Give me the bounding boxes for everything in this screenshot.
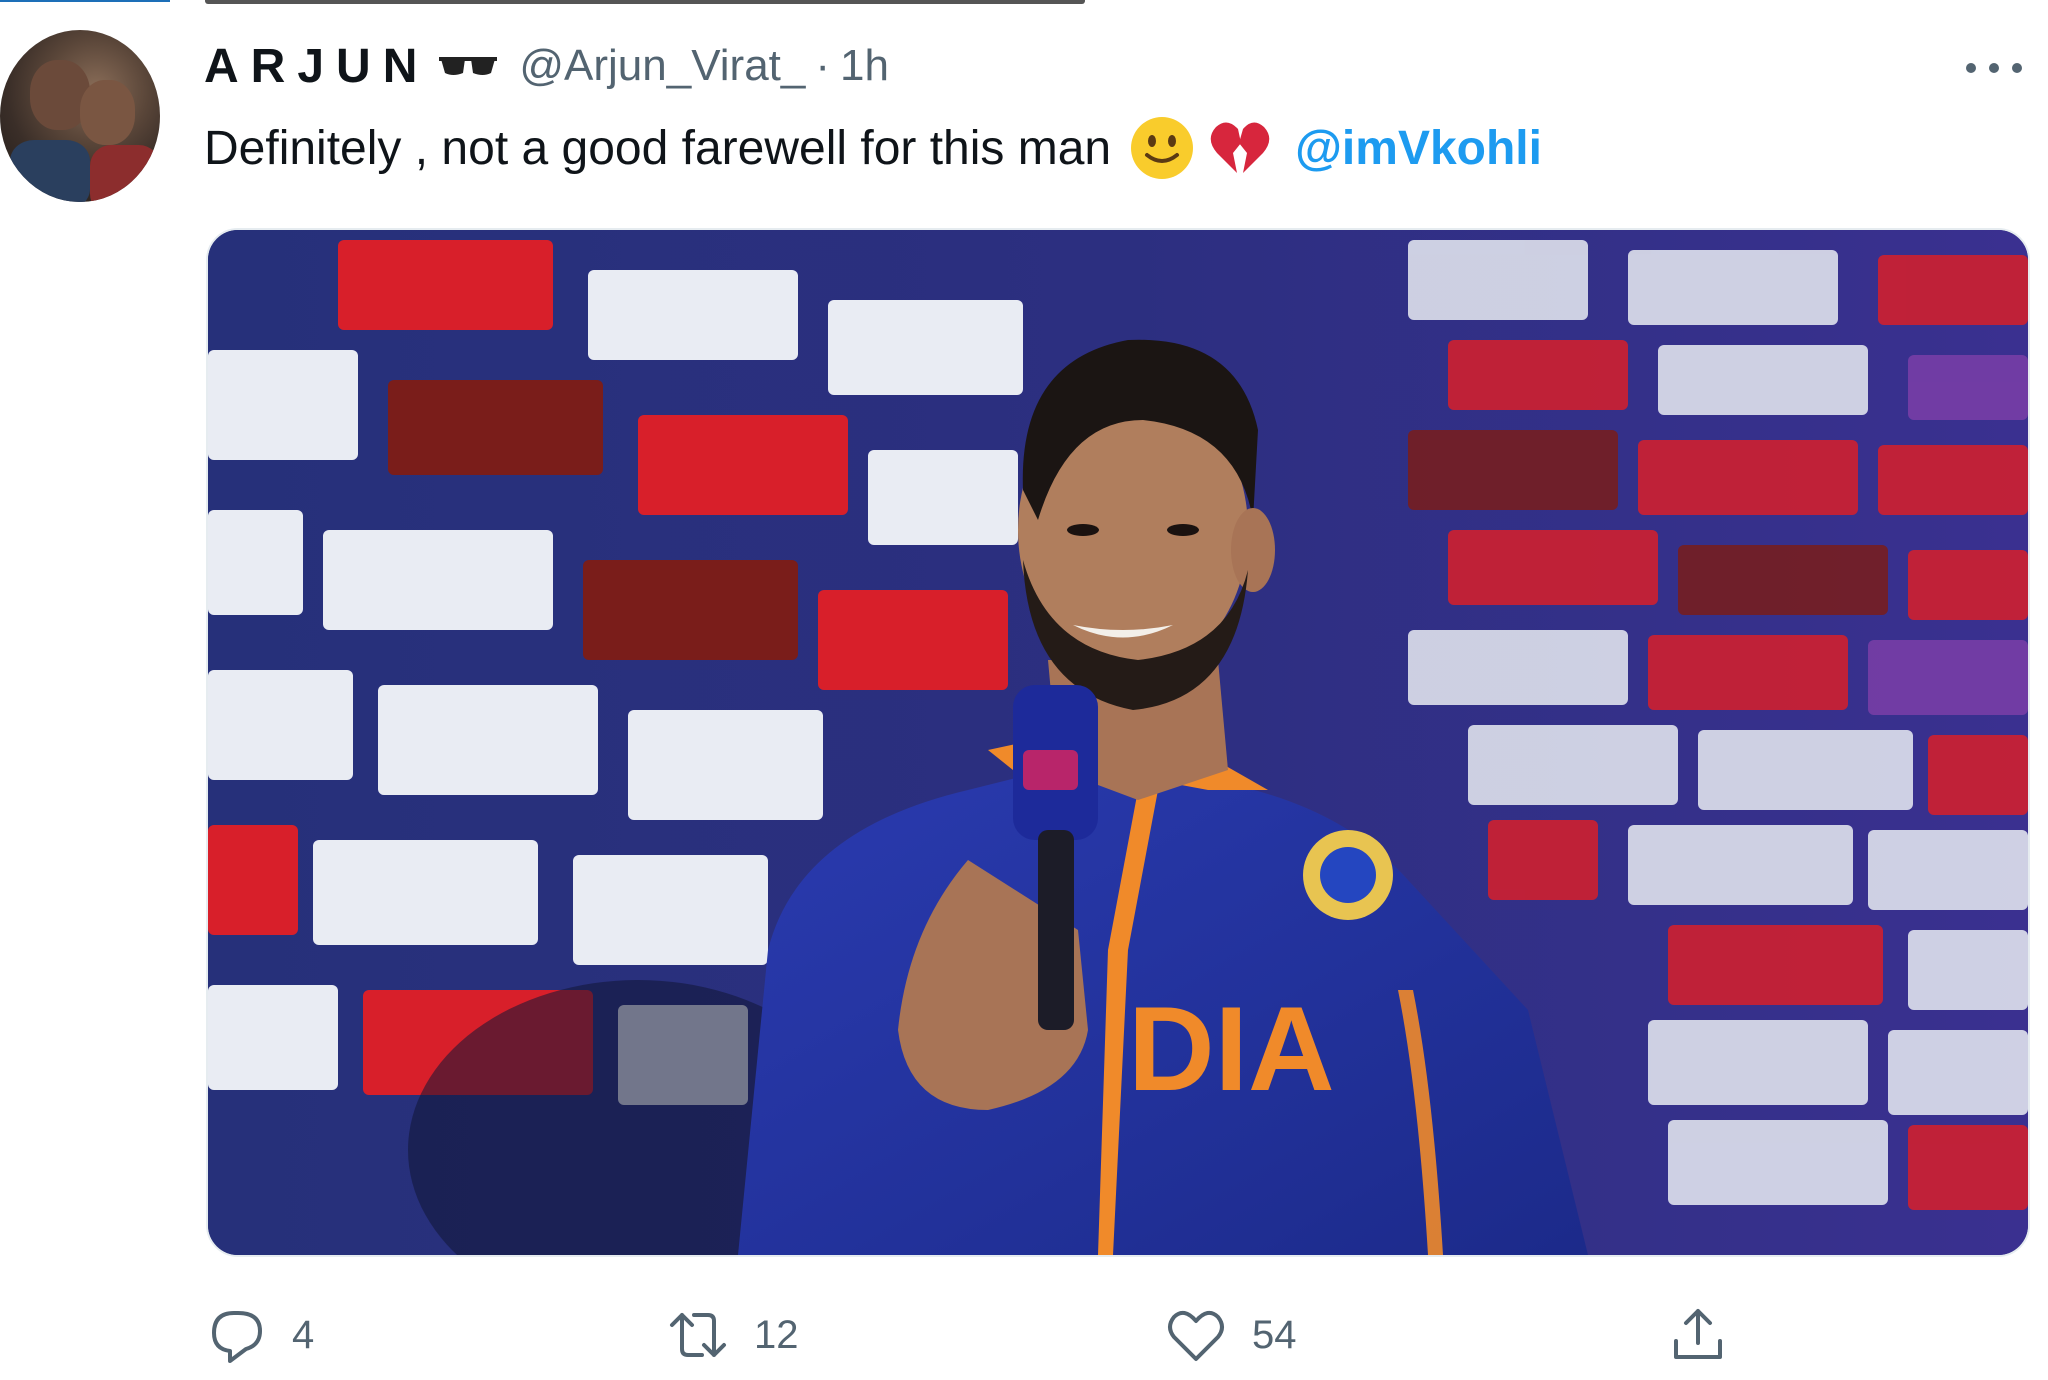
dot — [1989, 63, 1999, 73]
tweet-time[interactable]: 1h — [840, 41, 889, 91]
like-count: 54 — [1252, 1312, 1297, 1357]
sunglasses-emoji-icon — [439, 57, 498, 75]
share-button[interactable] — [1668, 1300, 1728, 1370]
more-options-icon[interactable] — [1966, 48, 2022, 88]
avatar-shirt-1 — [10, 140, 90, 202]
retweet-count: 12 — [754, 1312, 799, 1357]
dot — [2012, 63, 2022, 73]
reply-button[interactable]: 4 — [206, 1300, 314, 1370]
heart-icon — [1168, 1310, 1224, 1361]
slightly-smiling-face-emoji-icon — [1131, 117, 1194, 179]
author-handle[interactable]: @Arjun_Virat_ — [519, 41, 805, 91]
tweet-photo[interactable]: DIA — [206, 228, 2030, 1257]
tweet-body: Definitely , not a good farewell for thi… — [204, 121, 1112, 175]
tweet-header: ARJUN @Arjun_Virat_ · 1h — [204, 36, 889, 96]
share-icon — [1674, 1309, 1722, 1359]
author-name[interactable]: ARJUN — [204, 39, 429, 94]
retweet-button[interactable]: 12 — [668, 1300, 799, 1370]
avatar[interactable] — [0, 30, 160, 202]
photo-illustration: DIA — [208, 230, 2028, 1255]
tweet-text: Definitely , not a good farewell for thi… — [204, 108, 1542, 188]
svg-text:DIA: DIA — [1128, 982, 1335, 1116]
like-button[interactable]: 54 — [1166, 1300, 1297, 1370]
dot — [1966, 63, 1976, 73]
avatar-shirt-2 — [90, 145, 160, 202]
previous-tweet-cutoff — [0, 0, 2048, 10]
cutoff-bar — [0, 0, 170, 2]
mention-link[interactable]: @imVkohli — [1295, 121, 1542, 176]
reply-count: 4 — [292, 1312, 315, 1357]
avatar-face-2 — [80, 80, 135, 145]
retweet-icon — [670, 1313, 726, 1357]
broken-heart-emoji-icon — [1210, 122, 1270, 173]
tweet-actions: 4 12 54 — [206, 1300, 2006, 1380]
separator: · — [815, 41, 831, 90]
cutoff-text — [205, 0, 1085, 4]
reply-icon — [212, 1311, 262, 1363]
